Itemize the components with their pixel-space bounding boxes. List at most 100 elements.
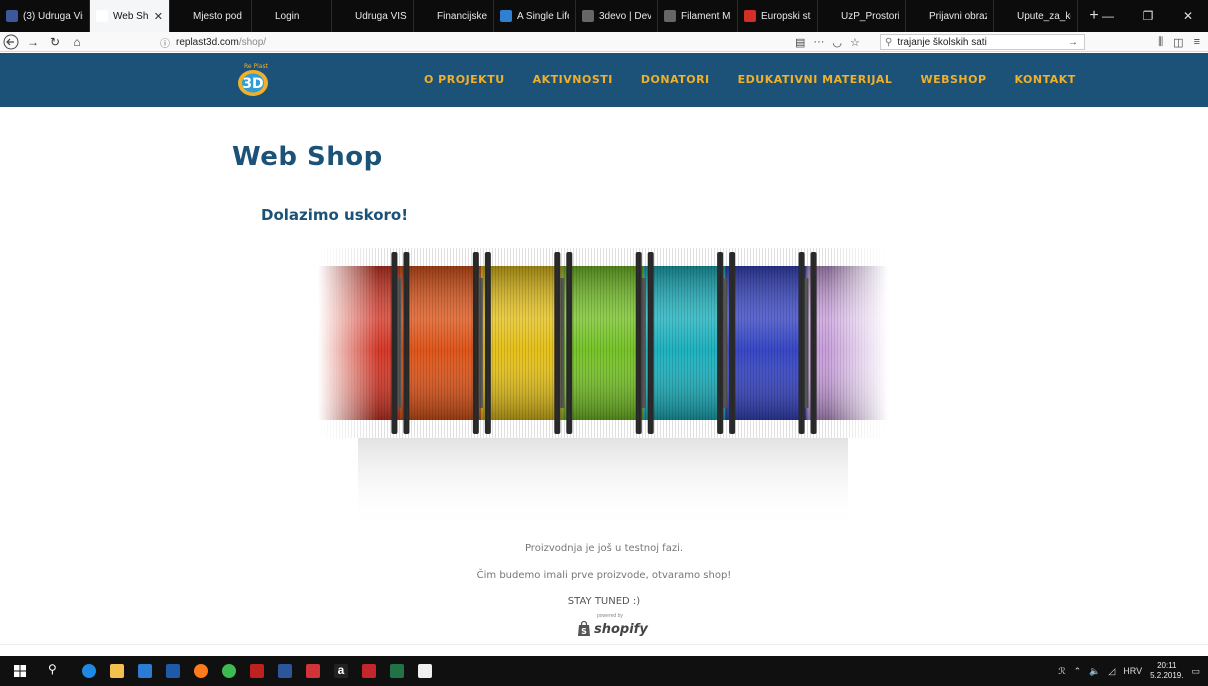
tab-label: Upute_za_korisnike_ xyxy=(1017,10,1071,22)
browser-tab[interactable]: Prijavni obrazac A. c xyxy=(906,0,994,32)
tab-favicon-icon xyxy=(420,10,432,22)
nav-aktivnosti[interactable]: AKTIVNOSTI xyxy=(533,73,613,86)
forward-icon[interactable]: → xyxy=(22,32,44,52)
search-go-icon[interactable]: → xyxy=(1068,37,1078,48)
network-icon[interactable]: ◿ xyxy=(1108,666,1115,677)
tab-label: Prijavni obrazac A. c xyxy=(929,10,987,22)
tab-favicon-icon xyxy=(338,10,350,22)
browser-tab[interactable]: A Single Life on xyxy=(494,0,576,32)
file-explorer-icon[interactable] xyxy=(110,664,124,678)
replast3d-logo[interactable]: 3D Re Plast xyxy=(228,59,278,99)
back-button[interactable] xyxy=(0,32,22,52)
tab-label: UzP_Prostori-sudjelo xyxy=(841,10,899,22)
menu-icon[interactable]: ≡ xyxy=(1194,36,1200,48)
svg-text:S: S xyxy=(581,627,587,636)
language-indicator[interactable]: HRV xyxy=(1123,666,1142,676)
tab-label: 3devo | DevoTra xyxy=(599,10,651,22)
search-icon: ⚲ xyxy=(885,36,893,48)
browser-tab[interactable]: UzP_Prostori-sudjelo xyxy=(818,0,906,32)
tab-label: Mjesto pod suncem xyxy=(193,10,245,22)
window-controls: — ❐ ✕ xyxy=(1088,0,1208,32)
tab-label: Filament Maker xyxy=(681,10,731,22)
page-actions-icon[interactable]: ··· xyxy=(813,36,824,48)
excel-icon[interactable] xyxy=(390,664,404,678)
volume-icon[interactable]: 🔈 xyxy=(1089,666,1100,677)
close-window-button[interactable]: ✕ xyxy=(1168,0,1208,32)
stay-tuned-text: STAY TUNED :) xyxy=(567,596,641,607)
url-actions: ▤ ··· ◡ ☆ xyxy=(795,34,860,50)
tab-label: Udruga VISOKI JABL xyxy=(355,10,407,22)
browser-tab[interactable]: Europski struktu xyxy=(738,0,818,32)
browser-tab[interactable]: Upute_za_korisnike_ xyxy=(994,0,1078,32)
info-icon[interactable]: ⓘ xyxy=(160,35,170,50)
browser-tab[interactable]: Login xyxy=(252,0,332,32)
tab-favicon-icon xyxy=(912,10,924,22)
page-title: Web Shop xyxy=(232,142,383,172)
url-path: /shop/ xyxy=(238,36,267,48)
firefox-icon[interactable] xyxy=(194,664,208,678)
browser-tab[interactable]: Mjesto pod suncem xyxy=(170,0,252,32)
tab-favicon-icon xyxy=(582,10,594,22)
search-value: trajanje školskih sati xyxy=(897,36,987,48)
reload-icon[interactable]: ↻ xyxy=(44,32,66,52)
browser-tab[interactable]: Filament Maker xyxy=(658,0,738,32)
mcafee-icon[interactable] xyxy=(362,664,376,678)
nav-edukativni-materijal[interactable]: EDUKATIVNI MATERIJAL xyxy=(738,73,893,86)
nav-kontakt[interactable]: KONTAKT xyxy=(1015,73,1076,86)
address-bar[interactable]: ⓘ replast3d.com/shop/ xyxy=(160,34,880,50)
tab-close-icon[interactable]: ✕ xyxy=(154,10,163,23)
tab-favicon-icon xyxy=(96,10,108,22)
shopify-bag-icon: S xyxy=(578,621,590,636)
sidebar-icon[interactable]: ◫ xyxy=(1173,36,1183,49)
chrome-icon[interactable] xyxy=(222,664,236,678)
tab-favicon-icon xyxy=(664,10,676,22)
powered-by-shopify-badge[interactable]: S powered by shopify xyxy=(577,613,648,637)
search-icon[interactable]: ⚲ xyxy=(48,662,57,676)
browser-tab[interactable]: 3devo | DevoTra xyxy=(576,0,658,32)
toolbar-right: ⫼ ◫ ≡ xyxy=(1158,34,1200,50)
browser-tab[interactable]: Udruga VISOKI JABL xyxy=(332,0,414,32)
tray-chevron-icon[interactable]: ⌃ xyxy=(1074,666,1082,677)
tab-label: Europski struktu xyxy=(761,10,811,22)
nav-webshop[interactable]: WEBSHOP xyxy=(920,73,986,86)
system-tray: ℛ ⌃ 🔈 ◿ HRV 20:11 5.2.2019. ▭ xyxy=(1058,656,1200,686)
clock[interactable]: 20:11 5.2.2019. xyxy=(1150,661,1183,681)
outlook-icon[interactable] xyxy=(138,664,152,678)
reader-view-icon[interactable]: ▤ xyxy=(795,36,805,49)
browser-tab[interactable]: (3) Udruga Visok xyxy=(0,0,90,32)
windows-start-icon[interactable] xyxy=(14,665,26,677)
notifications-icon[interactable]: ▭ xyxy=(1191,666,1200,677)
url-host: replast3d.com xyxy=(176,36,239,48)
amazon-icon[interactable]: a xyxy=(334,664,348,678)
photos-icon[interactable] xyxy=(418,664,432,678)
browser-tab[interactable]: Financijske podrške xyxy=(414,0,494,32)
tab-favicon-icon xyxy=(176,10,188,22)
browser-tab[interactable]: Web Shop - ReP ✕ xyxy=(90,0,170,32)
svg-text:Re Plast: Re Plast xyxy=(244,63,269,70)
nav-o-projektu[interactable]: O PROJEKTU xyxy=(424,73,505,86)
edge-icon[interactable] xyxy=(82,664,96,678)
nav-donatori[interactable]: DONATORI xyxy=(641,73,710,86)
tab-label: (3) Udruga Visok xyxy=(23,10,83,22)
bookmark-star-icon[interactable]: ☆ xyxy=(850,36,860,49)
footer-divider xyxy=(0,644,1208,645)
svg-text:3D: 3D xyxy=(242,76,263,92)
site-header: 3D Re Plast O PROJEKTU AKTIVNOSTI DONATO… xyxy=(0,53,1208,107)
filezilla-icon[interactable] xyxy=(250,664,264,678)
shopify-wordmark: shopify xyxy=(594,622,648,637)
maximize-button[interactable]: ❐ xyxy=(1128,0,1168,32)
tab-favicon-icon xyxy=(824,10,836,22)
acrobat-icon[interactable] xyxy=(306,664,320,678)
home-icon[interactable]: ⌂ xyxy=(66,32,88,52)
tab-label: Financijske podrške xyxy=(437,10,487,22)
search-input[interactable]: ⚲ trajanje školskih sati → xyxy=(880,34,1085,50)
people-icon[interactable]: ℛ xyxy=(1058,666,1065,677)
spools-reflection xyxy=(358,438,848,528)
tab-favicon-icon xyxy=(500,10,512,22)
app-icon[interactable] xyxy=(166,664,180,678)
windows-taskbar: ⚲ a ℛ ⌃ 🔈 ◿ HRV 20:11 5.2.2019. ▭ xyxy=(0,656,1208,686)
pocket-icon[interactable]: ◡ xyxy=(832,36,842,49)
word-icon[interactable] xyxy=(278,664,292,678)
minimize-button[interactable]: — xyxy=(1088,0,1128,32)
library-icon[interactable]: ⫼ xyxy=(1158,36,1163,49)
